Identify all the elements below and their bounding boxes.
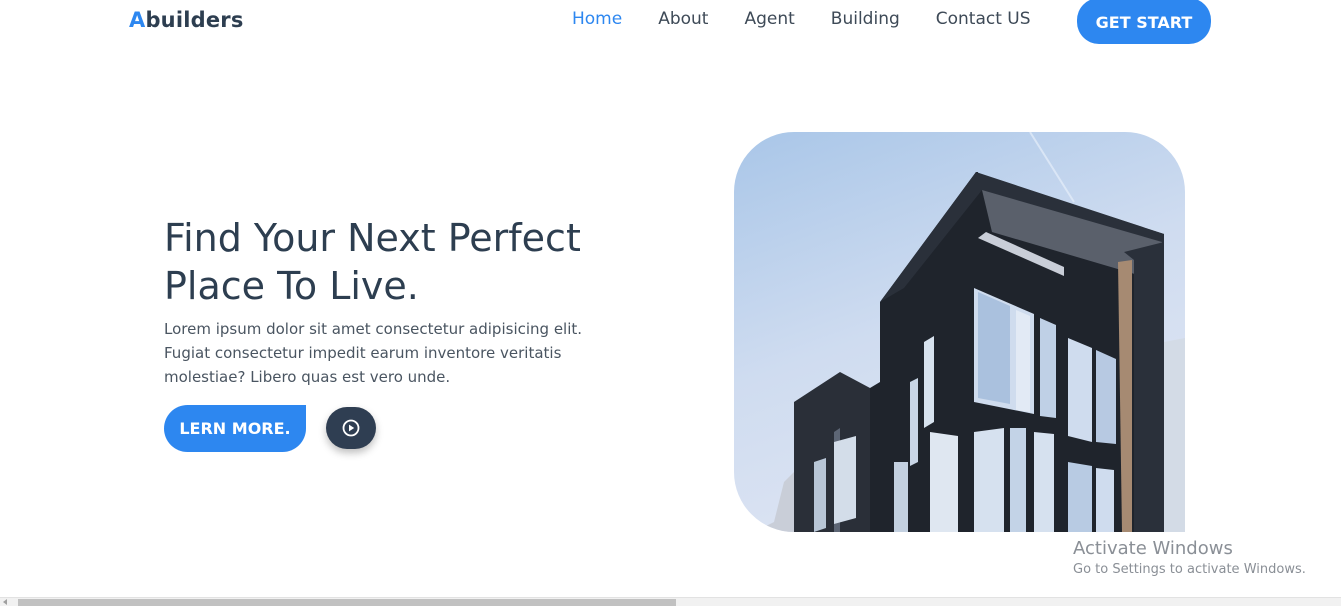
get-start-button[interactable]: GET START [1077, 0, 1211, 44]
nav-agent[interactable]: Agent [744, 8, 794, 30]
scroll-left-arrow-icon[interactable] [3, 599, 7, 605]
nav-home[interactable]: Home [572, 8, 622, 30]
scroll-thumb[interactable] [18, 599, 676, 606]
nav-about[interactable]: About [658, 8, 708, 30]
nav-contact[interactable]: Contact US [936, 8, 1031, 30]
windows-activation-watermark: Activate Windows Go to Settings to activ… [1073, 538, 1306, 579]
hero-text-line3: molestiae? Libero quas est vero unde. [164, 368, 451, 386]
building-image [734, 132, 1185, 532]
hero-title: Find Your Next Perfect Place To Live. [164, 214, 634, 310]
watermark-title: Activate Windows [1073, 538, 1233, 559]
hero-text-line1: Lorem ipsum dolor sit amet consectetur a… [164, 320, 583, 338]
nav-building[interactable]: Building [831, 8, 900, 30]
play-button[interactable] [326, 407, 376, 449]
hero-title-line2: Place To Live. [164, 264, 419, 308]
play-circle-icon [342, 419, 360, 437]
learn-more-button[interactable]: LERN MORE. [164, 405, 306, 452]
logo-accent: A [129, 8, 146, 32]
hero-text-line2: Fugiat consectetur impedit earum invento… [164, 344, 562, 362]
horizontal-scrollbar[interactable] [0, 597, 1341, 606]
hero-description: Lorem ipsum dolor sit amet consectetur a… [164, 317, 614, 389]
navbar: Abuilders Home About Agent Building Cont… [0, 0, 1341, 44]
logo[interactable]: Abuilders [129, 8, 244, 32]
watermark-subtitle: Go to Settings to activate Windows. [1073, 562, 1306, 577]
hero-title-line1: Find Your Next Perfect [164, 216, 581, 260]
nav-links: Home About Agent Building Contact US [572, 8, 1067, 30]
building-illustration [754, 132, 1185, 532]
logo-text: builders [145, 8, 244, 32]
